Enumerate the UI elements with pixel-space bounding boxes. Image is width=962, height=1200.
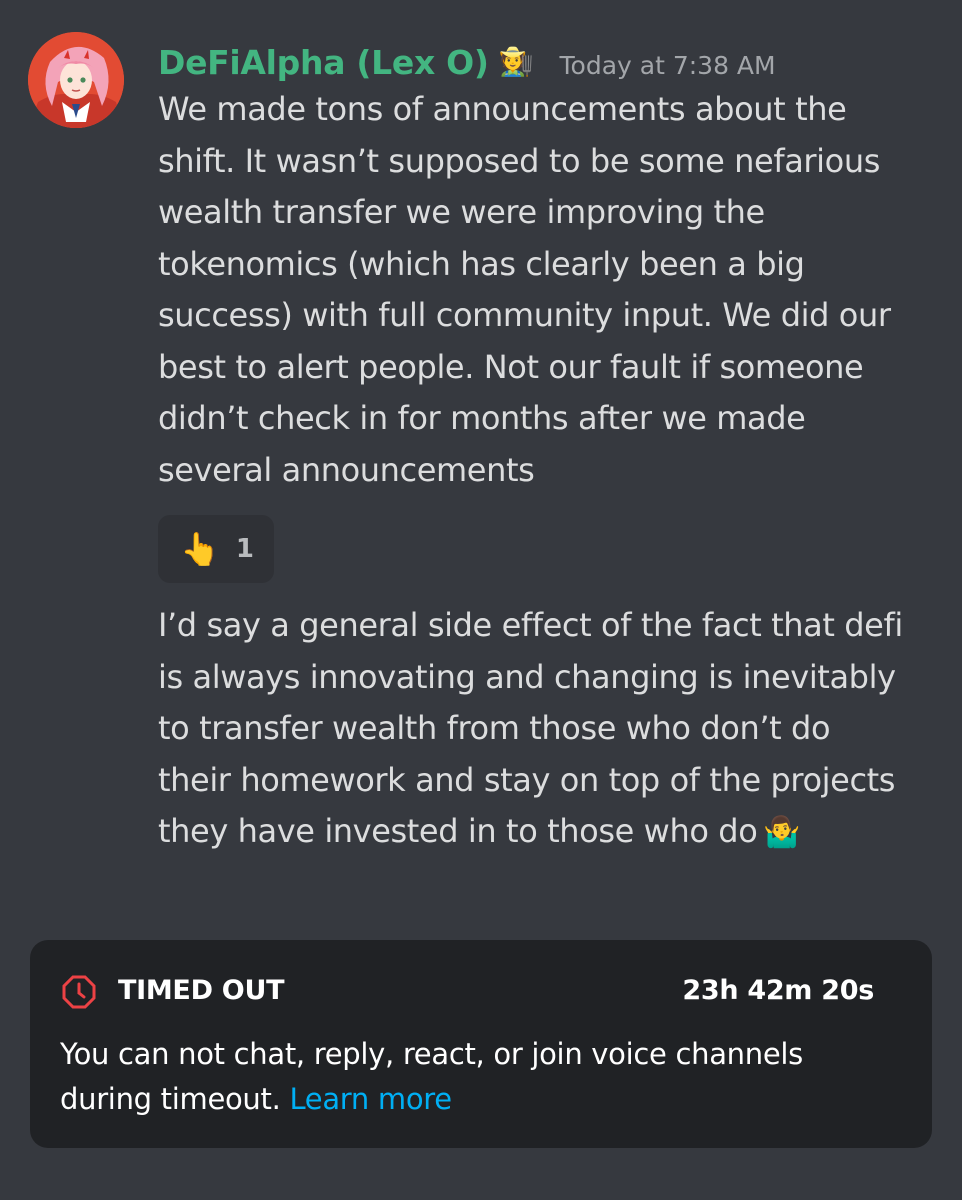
reaction-button[interactable]: 👆 1 bbox=[158, 515, 274, 583]
pointing-up-emoji-icon: 👆 bbox=[180, 530, 220, 568]
timeout-title: TIMED OUT bbox=[118, 975, 285, 1006]
reaction-count: 1 bbox=[235, 534, 254, 564]
farmer-emoji-icon: 🧑‍🌾 bbox=[498, 45, 534, 78]
message-text-2-container: I’d say a general side effect of the fac… bbox=[158, 600, 948, 859]
timeout-timer: 23h 42m 20s bbox=[682, 975, 874, 1006]
timeout-panel: TIMED OUT 23h 42m 20s You can not chat, … bbox=[30, 940, 932, 1148]
stop-octagon-icon bbox=[62, 975, 96, 1009]
learn-more-link[interactable]: Learn more bbox=[289, 1082, 452, 1116]
message-header: DeFiAlpha (Lex O) 🧑‍🌾 Today at 7:38 AM bbox=[158, 38, 776, 86]
timestamp: Today at 7:38 AM bbox=[559, 50, 776, 80]
timeout-description-container: You can not chat, reply, react, or join … bbox=[60, 1032, 900, 1122]
shrug-emoji-icon: 🤷‍♂️ bbox=[763, 815, 801, 851]
message-text-1: We made tons of announcements about the … bbox=[158, 90, 891, 489]
username[interactable]: DeFiAlpha (Lex O) bbox=[158, 43, 489, 82]
avatar[interactable] bbox=[28, 32, 124, 128]
